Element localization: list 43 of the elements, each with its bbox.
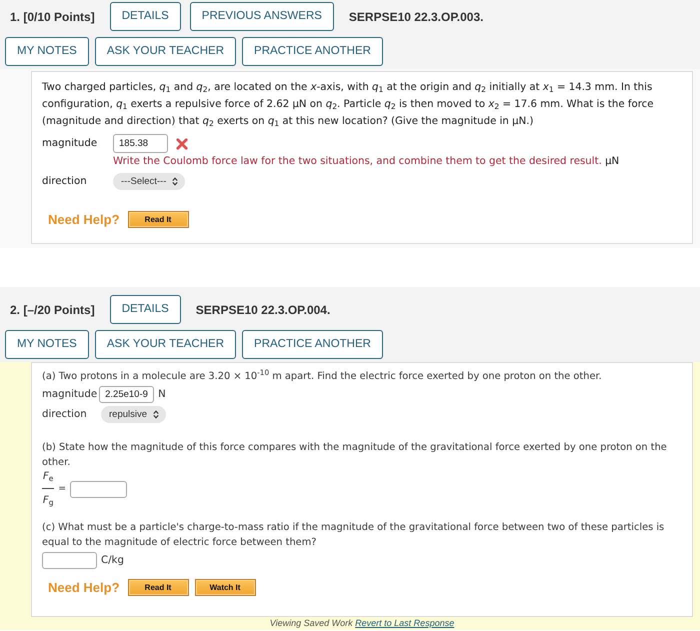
help-label: Need Help? (48, 579, 120, 596)
revert-link[interactable]: Revert to Last Response (355, 618, 454, 628)
question-text: (a) Two protons in a molecule are 3.20 × 10$^{-10}$ m apart. Find the electric force exerted by one proton on the other. (42, 369, 603, 384)
question-code: SERPSE10 22.3.OP.004. (196, 302, 330, 318)
fraction-denominator: F$_{g}$ (42, 494, 54, 508)
tool-button[interactable]: MY NOTES (5, 37, 89, 66)
unit-label: C/kg (101, 554, 124, 568)
help-label: Need Help? (48, 211, 120, 228)
unit-label: μN (605, 156, 620, 167)
field-label: magnitude (42, 137, 98, 151)
question-text: (b) State how the magnitude of this force compares with the magnitude of the gravitational force exerted by one proton on the other. (42, 441, 668, 470)
answer-field[interactable] (42, 552, 97, 569)
answer-field[interactable]: 2.25e10-9 (99, 386, 154, 403)
question-points: 1. [0/10 Points] (10, 8, 95, 26)
help-button[interactable]: Read It (128, 211, 189, 228)
unit-label: N (158, 388, 166, 402)
dropdown-select[interactable]: repulsive (101, 406, 166, 423)
question-text: (c) What must be a particle's charge-to-mass ratio if the magnitude of the gravitational force between two of these particles is equal to the magnitude of electric force between them? (42, 521, 666, 550)
help-button[interactable]: Watch It (194, 579, 256, 596)
feedback-text: Write the Coulomb force law for the two situations, and combine them to get the desired result. (113, 156, 602, 167)
tool-button[interactable]: ASK YOUR TEACHER (94, 37, 236, 66)
tool-button[interactable]: PRACTICE ANOTHER (242, 37, 383, 66)
question-code: SERPSE10 22.3.OP.003. (348, 8, 484, 26)
equals-sign: = (58, 482, 66, 496)
question-points: 2. [–/20 Points] (10, 302, 95, 318)
field-label: direction (42, 408, 88, 422)
tool-button[interactable]: MY NOTES (5, 330, 89, 359)
fraction-numerator: F$_{e}$ (42, 470, 54, 489)
header-button[interactable]: DETAILS (110, 295, 181, 324)
chevrons-icon (172, 177, 178, 186)
header-button[interactable]: DETAILS (110, 2, 181, 31)
saved-work-note: Viewing Saved Work (270, 618, 353, 628)
answer-field[interactable]: 185.38 (113, 134, 168, 153)
field-label: direction (42, 175, 88, 189)
field-label: magnitude (42, 388, 98, 402)
tool-button[interactable]: ASK YOUR TEACHER (94, 330, 236, 359)
question-text: Two charged particles, q$_{1}$ and q$_{2}$, are located on the x-axis, with q$_{1}$ at the origin and q$_{2}$ initially at x$_{1}$ = 14.3 mm. In this configuration, q$_{1}$ exerts a repulsive force of 2.62 μN on q$_{2}$. Particle q$_{2}$ is then moved to x$_{2}$ = 17.6 mm. What is the force (magnitude and direction) that q$_{2}$ exerts on q$_{1}$ at this new location? (Give the magnitude in μN.) (42, 81, 655, 130)
tool-button[interactable]: PRACTICE ANOTHER (242, 330, 383, 359)
chevrons-icon (153, 410, 160, 419)
header-button[interactable]: PREVIOUS ANSWERS (190, 2, 334, 31)
dropdown-select[interactable]: ---Select--- (113, 173, 186, 190)
answer-field[interactable] (70, 480, 127, 498)
help-button[interactable]: Read It (128, 579, 189, 596)
